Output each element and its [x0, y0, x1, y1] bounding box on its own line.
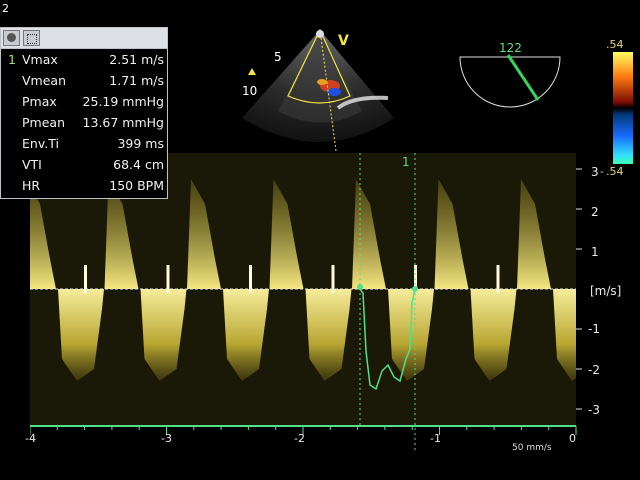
measurement-value: 399 ms — [117, 136, 164, 151]
measurement-toolbar — [0, 27, 168, 49]
velocity-tick: 1 — [591, 245, 599, 259]
angle-v-label: V — [338, 33, 349, 49]
measurement-value: 25.19 mmHg — [82, 94, 164, 109]
angle-value: 122 — [499, 41, 522, 55]
time-tick: -2 — [294, 432, 305, 445]
measurement-row-vmax: 1 Vmax 2.51 m/s — [8, 52, 166, 72]
depth-label-5: 5 — [274, 50, 282, 64]
measurement-label: Pmean — [22, 115, 65, 130]
measurement-row-envti: Env.Ti 399 ms — [8, 136, 166, 156]
velocity-tick: -1 — [588, 322, 600, 336]
sweep-speed: 50 mm/s — [512, 443, 552, 453]
color-velocity-scale — [613, 52, 633, 164]
measurement-label: VTI — [22, 157, 42, 172]
color-scale-minus: - — [600, 165, 604, 178]
measurement-label: Vmean — [22, 73, 67, 88]
time-tick: -4 — [25, 432, 36, 445]
measurement-value: 13.67 mmHg — [82, 115, 164, 130]
unit-label: [m/s] — [590, 284, 622, 298]
measurement-row-pmax: Pmax 25.19 mmHg — [8, 94, 166, 114]
color-scale-top: .54 — [606, 38, 624, 51]
velocity-tick: -2 — [588, 363, 600, 377]
measurement-value: 2.51 m/s — [109, 52, 164, 67]
measurement-label: Env.Ti — [22, 136, 59, 151]
velocity-tick: 2 — [591, 205, 599, 219]
caliper-tool-icon[interactable] — [23, 30, 40, 46]
time-tick: -3 — [161, 432, 172, 445]
color-scale-bottom: .54 — [606, 165, 624, 178]
measurement-row-vti: VTI 68.4 cm — [8, 157, 166, 177]
measurement-row-vmean: Vmean 1.71 m/s — [8, 73, 166, 93]
angle-indicator — [459, 54, 561, 108]
triangle-marker-icon — [248, 68, 256, 75]
cursor-label: 1 — [402, 155, 410, 169]
measurement-value: 150 BPM — [109, 178, 164, 193]
measurement-index: 1 — [8, 52, 16, 67]
measurement-label: HR — [22, 178, 41, 193]
measurement-label: Vmax — [22, 52, 58, 67]
measurement-label: Pmax — [22, 94, 57, 109]
velocity-tick: 3 — [591, 165, 599, 179]
time-tick: -1 — [430, 432, 441, 445]
velocity-tick: -3 — [588, 403, 600, 417]
measurement-row-pmean: Pmean 13.67 mmHg — [8, 115, 166, 135]
time-tick: 0 — [569, 432, 576, 445]
sector-image[interactable] — [238, 26, 398, 151]
measurement-value: 68.4 cm — [113, 157, 164, 172]
measurement-row-hr: HR 150 BPM — [8, 178, 166, 198]
screen-number: 2 — [2, 2, 9, 15]
measurement-value: 1.71 m/s — [109, 73, 164, 88]
depth-label-10: 10 — [242, 84, 258, 98]
circle-tool-icon[interactable] — [3, 30, 20, 46]
